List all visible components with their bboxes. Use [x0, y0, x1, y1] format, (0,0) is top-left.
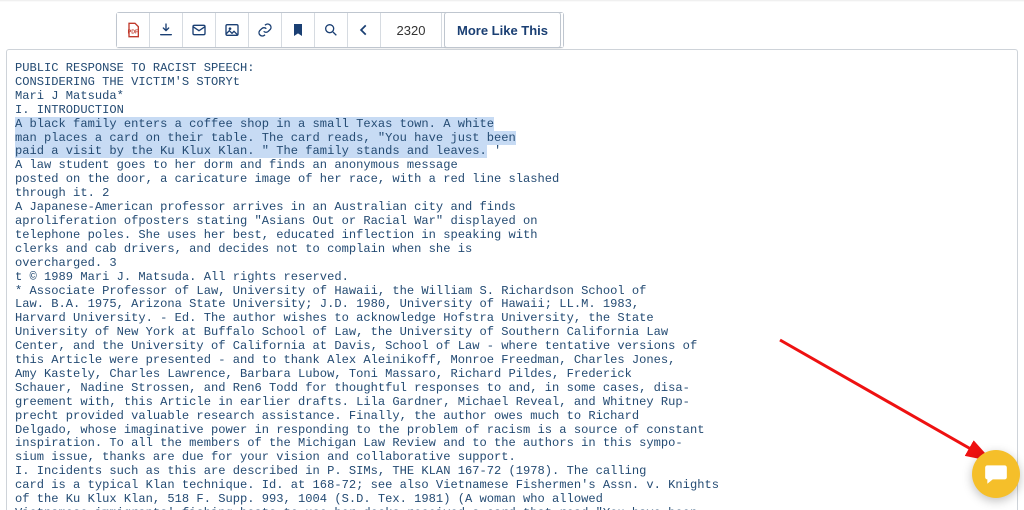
chevron-left-icon: [357, 23, 371, 37]
page-number-input[interactable]: [381, 13, 442, 47]
image-icon: [224, 22, 240, 38]
search-button[interactable]: [315, 13, 348, 47]
selected-text: A black family enters a coffee shop in a…: [15, 117, 494, 131]
document-frame: PUBLIC RESPONSE TO RACIST SPEECH: CONSID…: [6, 49, 1018, 510]
svg-text:PDF: PDF: [128, 29, 139, 35]
email-icon: [191, 22, 207, 38]
download-button[interactable]: [150, 13, 183, 47]
image-button[interactable]: [216, 13, 249, 47]
more-like-this-button[interactable]: More Like This: [444, 12, 561, 48]
bookmark-button[interactable]: [282, 13, 315, 47]
link-button[interactable]: [249, 13, 282, 47]
bookmark-icon: [290, 22, 306, 38]
prev-page-button[interactable]: [348, 13, 381, 47]
document-text[interactable]: PUBLIC RESPONSE TO RACIST SPEECH: CONSID…: [7, 50, 1017, 510]
more-like-this-label: More Like This: [457, 23, 548, 38]
pdf-icon: PDF: [125, 22, 141, 38]
pdf-button[interactable]: PDF: [117, 13, 150, 47]
email-button[interactable]: [183, 13, 216, 47]
chat-icon: [983, 461, 1009, 487]
top-shadow: [0, 0, 1024, 2]
chat-badge[interactable]: [972, 450, 1020, 498]
link-icon: [257, 22, 273, 38]
download-icon: [158, 22, 174, 38]
search-icon: [323, 22, 339, 38]
